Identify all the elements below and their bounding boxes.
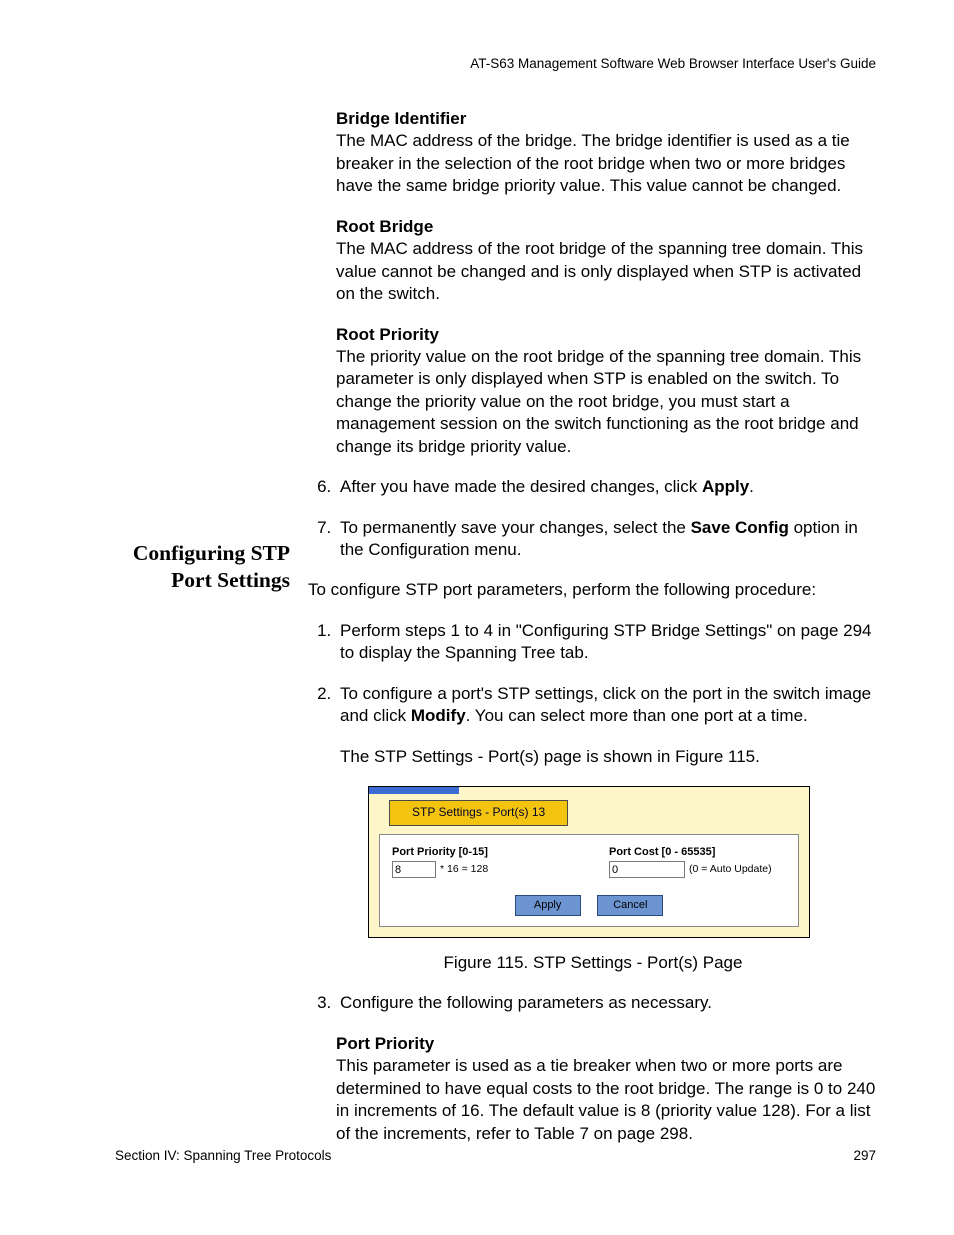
cancel-button[interactable]: Cancel: [597, 895, 663, 916]
intro-text: To configure STP port parameters, perfor…: [308, 579, 878, 601]
procedure-steps-lower: Perform steps 1 to 4 in "Configuring STP…: [308, 620, 878, 768]
definition-root-bridge: Root Bridge The MAC address of the root …: [336, 216, 878, 306]
port-priority-group: Port Priority [0-15] * 16 = 128: [392, 845, 569, 879]
port-cost-group: Port Cost [0 - 65535] (0 = Auto Update): [609, 845, 786, 879]
section-heading: Configuring STP Port Settings: [115, 540, 290, 594]
step-6: After you have made the desired changes,…: [336, 476, 878, 498]
step-text: . You can select more than one port at a…: [466, 706, 808, 725]
step-text: After you have made the desired changes,…: [340, 477, 702, 496]
def-body: The priority value on the root bridge of…: [336, 346, 878, 458]
port-priority-suffix: * 16 = 128: [440, 863, 488, 877]
step-7: To permanently save your changes, select…: [336, 517, 878, 562]
port-cost-label: Port Cost [0 - 65535]: [609, 845, 786, 860]
footer-page-number: 297: [853, 1148, 876, 1163]
port-priority-input[interactable]: [392, 861, 436, 878]
definition-bridge-identifier: Bridge Identifier The MAC address of the…: [336, 108, 878, 198]
step-2-followup: The STP Settings - Port(s) page is shown…: [340, 746, 878, 768]
port-priority-label: Port Priority [0-15]: [392, 845, 569, 860]
apply-label: Apply: [702, 477, 749, 496]
modify-label: Modify: [411, 706, 466, 725]
procedure-steps-upper: After you have made the desired changes,…: [308, 476, 878, 561]
def-title: Bridge Identifier: [336, 108, 878, 130]
footer-section: Section IV: Spanning Tree Protocols: [115, 1148, 331, 1163]
figure-caption: Figure 115. STP Settings - Port(s) Page: [308, 952, 878, 974]
definition-port-priority: Port Priority This parameter is used as …: [336, 1033, 878, 1145]
step-2: To configure a port's STP settings, clic…: [336, 683, 878, 768]
apply-button[interactable]: Apply: [515, 895, 581, 916]
definition-root-priority: Root Priority The priority value on the …: [336, 324, 878, 459]
tab-stp-port-settings[interactable]: STP Settings - Port(s) 13: [389, 800, 568, 826]
step-1: Perform steps 1 to 4 in "Configuring STP…: [336, 620, 878, 665]
def-body: This parameter is used as a tie breaker …: [336, 1055, 878, 1145]
def-title: Root Priority: [336, 324, 878, 346]
step-3: Configure the following parameters as ne…: [336, 992, 878, 1014]
step-text: To permanently save your changes, select…: [340, 518, 691, 537]
port-cost-input[interactable]: [609, 861, 685, 878]
def-title: Port Priority: [336, 1033, 878, 1055]
def-body: The MAC address of the bridge. The bridg…: [336, 130, 878, 197]
header-guide-title: AT-S63 Management Software Web Browser I…: [470, 56, 876, 71]
save-config-label: Save Config: [691, 518, 789, 537]
procedure-steps-lower-cont: Configure the following parameters as ne…: [308, 992, 878, 1014]
figure-stp-port-settings: STP Settings - Port(s) 13 Port Priority …: [368, 786, 810, 938]
window-titlebar: [369, 787, 459, 794]
def-body: The MAC address of the root bridge of th…: [336, 238, 878, 305]
port-cost-suffix: (0 = Auto Update): [689, 863, 772, 877]
step-text: .: [749, 477, 754, 496]
def-title: Root Bridge: [336, 216, 878, 238]
